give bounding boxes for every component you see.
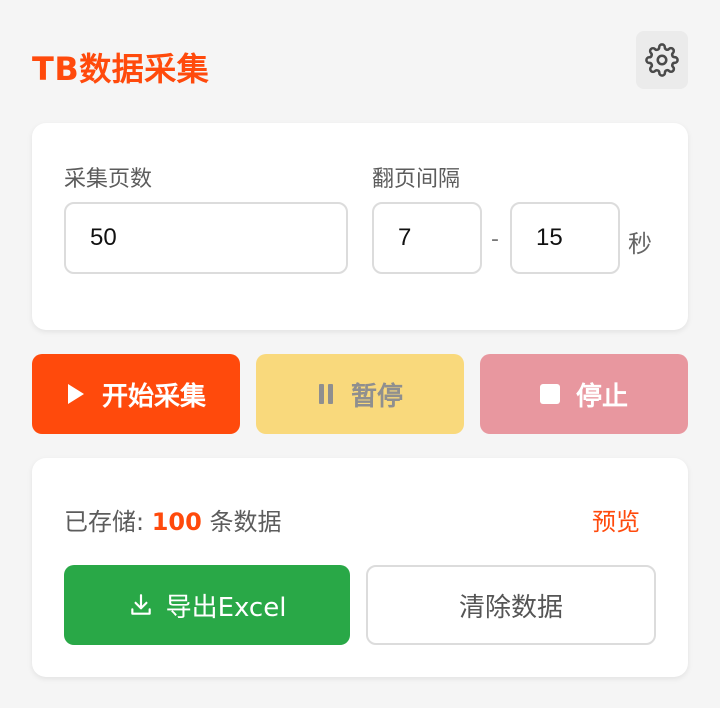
clear-data-button[interactable]: 清除数据	[366, 565, 656, 645]
settings-button[interactable]	[636, 31, 688, 89]
stop-icon	[539, 384, 560, 404]
stop-label: 停止	[575, 381, 628, 412]
interval-max-input[interactable]: 15	[510, 202, 620, 274]
interval-separator: -	[491, 227, 499, 252]
config-card: 采集页数 50 翻页间隔 7 - 15 秒	[32, 123, 688, 330]
stored-suffix: 条数据	[209, 508, 282, 536]
start-label: 开始采集	[101, 381, 206, 412]
stop-button[interactable]: 停止	[480, 354, 688, 434]
interval-unit: 秒	[628, 230, 652, 258]
gear-icon	[645, 43, 679, 77]
pages-input[interactable]: 50	[64, 202, 348, 274]
pause-label: 暂停	[350, 381, 403, 412]
stored-summary: 已存储: 100 条数据	[64, 502, 281, 537]
interval-label: 翻页间隔	[372, 167, 461, 192]
stored-prefix: 已存储:	[64, 508, 145, 536]
pause-icon	[317, 383, 335, 405]
download-icon	[128, 592, 154, 618]
clear-label: 清除数据	[458, 592, 563, 623]
interval-min-input[interactable]: 7	[372, 202, 482, 274]
data-card: 已存储: 100 条数据 预览 导出Excel 清除数据	[32, 458, 688, 677]
stored-count: 100	[151, 508, 202, 536]
start-button[interactable]: 开始采集	[32, 354, 240, 434]
export-label: 导出Excel	[165, 592, 287, 623]
pages-label: 采集页数	[64, 167, 153, 192]
pause-button[interactable]: 暂停	[256, 354, 464, 434]
preview-link[interactable]: 预览	[592, 502, 640, 537]
play-icon	[66, 383, 86, 405]
export-excel-button[interactable]: 导出Excel	[64, 565, 350, 645]
app-title: TB数据采集	[32, 50, 210, 88]
